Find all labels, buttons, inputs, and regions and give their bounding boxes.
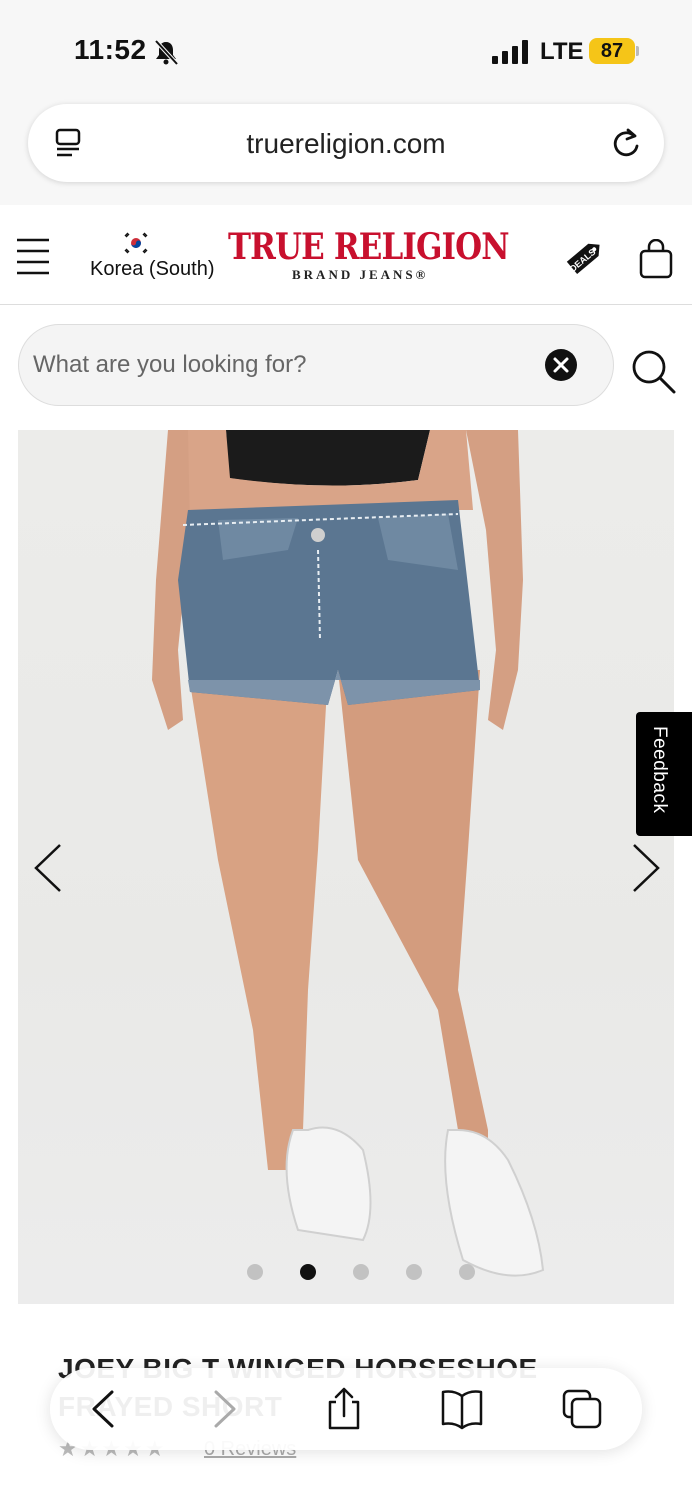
feedback-label: Feedback (649, 726, 670, 814)
gallery-pagination (18, 1264, 674, 1280)
browser-address-area: truereligion.com (0, 100, 692, 205)
korea-flag-icon[interactable] (122, 232, 150, 254)
hamburger-menu-icon[interactable] (16, 237, 50, 275)
brand-logo[interactable]: TRUE RELIGION BRAND JEANS® (228, 226, 510, 283)
back-icon[interactable] (82, 1386, 126, 1432)
tabs-icon[interactable] (560, 1386, 604, 1432)
signal-icon (492, 40, 528, 64)
gallery-dot-2[interactable] (300, 1264, 316, 1280)
search-input[interactable] (18, 324, 614, 406)
product-image-gallery[interactable] (18, 430, 674, 1304)
gallery-dot-4[interactable] (406, 1264, 422, 1280)
deals-tag-icon[interactable]: DEALS (562, 235, 608, 279)
gallery-dot-5[interactable] (459, 1264, 475, 1280)
browser-toolbar (50, 1368, 642, 1450)
battery-level: 87 (589, 38, 635, 64)
gallery-dot-3[interactable] (353, 1264, 369, 1280)
share-icon[interactable] (322, 1386, 366, 1432)
region-selector[interactable]: Korea (South) (90, 258, 215, 281)
logo-subtitle: BRAND JEANS® (292, 267, 429, 282)
address-bar[interactable]: truereligion.com (28, 104, 664, 182)
status-time: 11:52 (74, 34, 147, 65)
clear-search-icon[interactable] (544, 348, 578, 382)
reload-icon[interactable] (610, 126, 642, 160)
url-text[interactable]: truereligion.com (28, 128, 664, 160)
product-photo (152, 430, 545, 1277)
bell-muted-icon (154, 39, 179, 66)
previous-image-arrow[interactable] (32, 842, 66, 894)
next-image-arrow[interactable] (628, 842, 662, 894)
bookmarks-icon[interactable] (440, 1386, 484, 1432)
gallery-dot-1[interactable] (247, 1264, 263, 1280)
search-area (0, 306, 692, 426)
network-type: LTE (540, 38, 584, 65)
logo-wordmark: TRUE RELIGION (228, 226, 510, 268)
status-bar: 11:52 LTE 87 (0, 0, 692, 100)
search-icon[interactable] (630, 348, 676, 394)
site-header: Korea (South) TRUE RELIGION BRAND JEANS®… (0, 205, 692, 305)
shopping-bag-icon[interactable] (638, 239, 674, 279)
battery-tip (636, 46, 639, 56)
forward-icon[interactable] (202, 1386, 246, 1432)
feedback-tab[interactable]: Feedback (636, 712, 692, 836)
